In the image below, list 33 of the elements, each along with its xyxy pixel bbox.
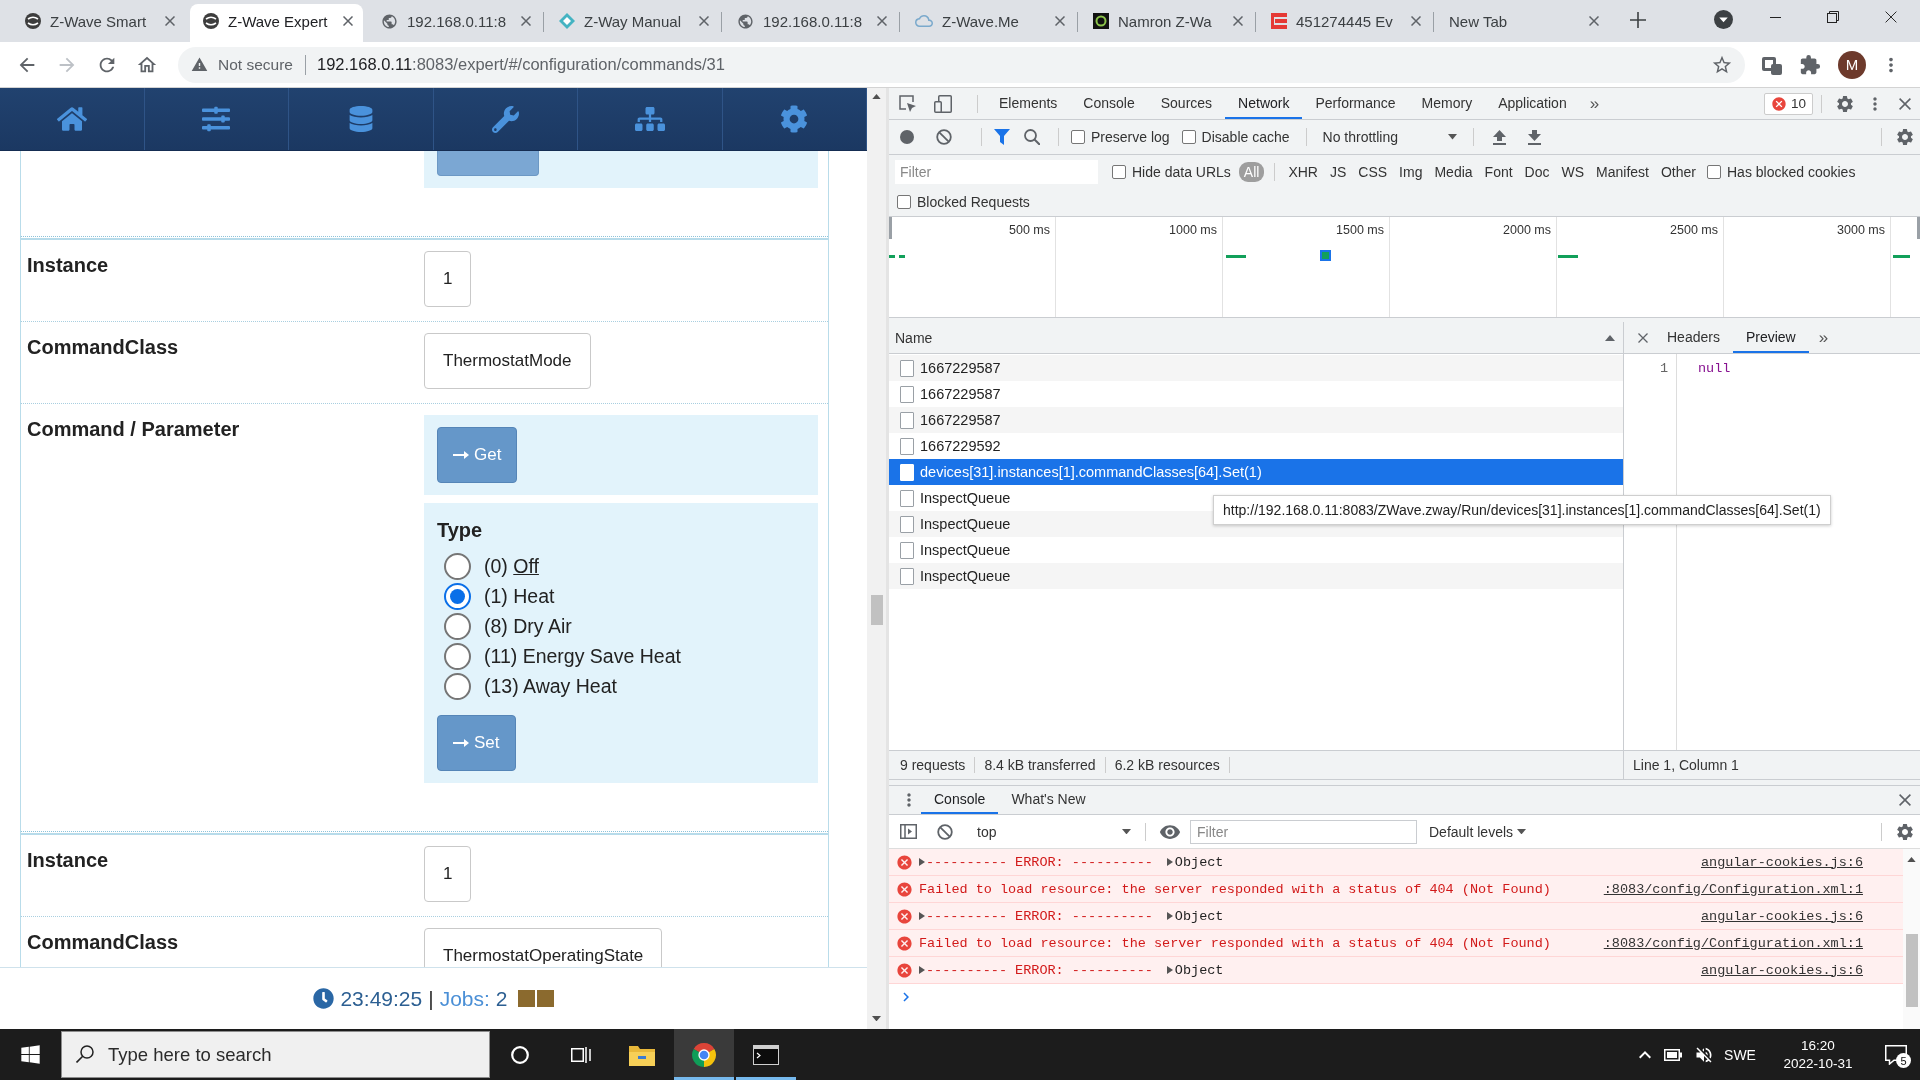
status-text: 9 requests [891,757,976,773]
time-tick-label: 3000 ms [1837,223,1885,237]
code-text: null [1698,361,1731,376]
url-text: 192.168.0.11:8083/expert/#/configuration/commands/31 [316,55,725,74]
value-field: ThermostatOperatingState [424,928,663,967]
value-field: 1 [424,251,472,307]
message-text: Failed to load resource: the server responded with a status of 404 (Not Found) [919,935,1551,951]
clock-time: 23:49:25 [340,986,423,1011]
line-number: 1 [1659,361,1668,376]
message-text: ---------- ERROR: ---------- [926,908,1153,924]
jobs-count: 2 [495,986,508,1011]
separator-text: | [428,986,434,1011]
status-text: 6.2 kB resources [1105,757,1230,773]
value-field: 1 [424,846,472,902]
field-label: Instance [26,253,110,278]
field-label: CommandClass [26,930,180,955]
cursor-position: Line 1, Column 1 [1633,757,1739,773]
time-tick-label: 500 ms [1009,223,1050,237]
status-text: 8.4 kB transferred [975,757,1106,773]
message-text: ---------- ERROR: ---------- [926,962,1153,978]
message-text: Failed to load resource: the server responded with a status of 404 (Not Found) [919,881,1551,897]
field-label: Command / Parameter [26,417,241,442]
value-field: ThermostatMode [424,333,591,389]
notification-count: 5 [1896,1053,1911,1068]
time-tick-label: 1500 ms [1336,223,1384,237]
time-tick-label: 1000 ms [1169,223,1217,237]
field-label: Instance [26,848,110,873]
parameter-label: Type [437,518,484,543]
time-tick-label: 2000 ms [1503,223,1551,237]
time-tick-label: 2500 ms [1670,223,1718,237]
url-tooltip: http://192.168.0.11:8083/ZWave.zway/Run/devices[31].instances[1].commandClasses[64].Set(1) [1213,495,1831,525]
field-label: CommandClass [26,335,180,360]
message-text: ---------- ERROR: ---------- [926,854,1153,870]
